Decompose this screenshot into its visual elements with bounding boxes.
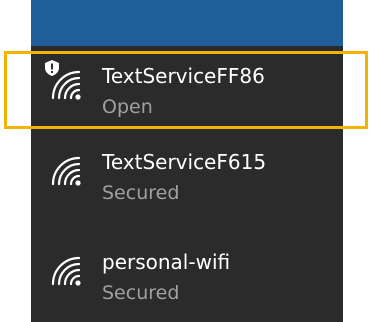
network-name: TextServiceFF86 xyxy=(102,64,265,88)
network-status: Secured xyxy=(102,282,180,304)
wifi-signal-icon xyxy=(49,154,83,188)
network-name: TextServiceF615 xyxy=(102,150,267,174)
wifi-flyout-crop: TextServiceFF86 Open TextServiceF615 Sec… xyxy=(0,0,370,322)
flyout-header-strip xyxy=(31,0,343,46)
network-status: Secured xyxy=(102,182,180,204)
network-list-panel: TextServiceFF86 Open TextServiceF615 Sec… xyxy=(31,0,343,322)
network-status: Open xyxy=(102,96,153,118)
network-name: personal-wifi xyxy=(102,250,231,274)
shield-warning-icon xyxy=(45,60,59,76)
network-item-textserviceff86[interactable]: TextServiceFF86 Open xyxy=(31,48,343,130)
network-item-textservicef615[interactable]: TextServiceF615 Secured xyxy=(31,134,343,216)
wifi-signal-icon xyxy=(49,254,83,288)
network-item-personal-wifi[interactable]: personal-wifi Secured xyxy=(31,234,343,316)
